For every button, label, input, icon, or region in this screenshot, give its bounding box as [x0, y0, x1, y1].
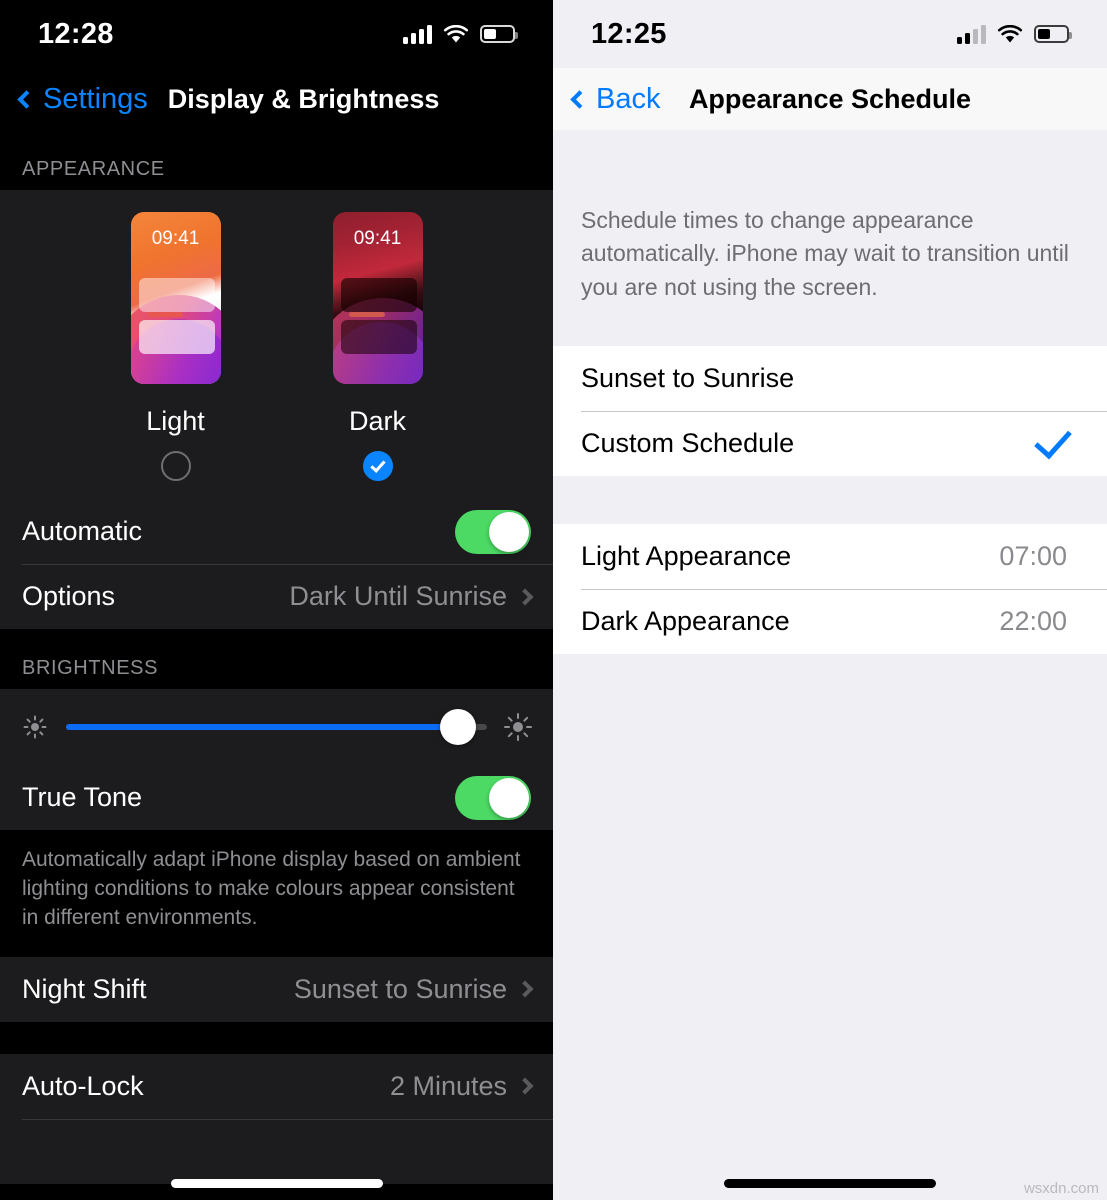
schedule-mode-group: Sunset to Sunrise Custom Schedule [553, 346, 1107, 477]
sun-large-icon [504, 713, 532, 741]
chevron-left-icon [570, 89, 589, 109]
light-thumbnail-clock: 09:41 [151, 228, 200, 249]
appearance-picker: 09:41 Light 09:41 Dark [0, 190, 553, 499]
row-light-appearance[interactable]: Light Appearance 07:00 [553, 524, 1107, 589]
light-appearance-time: 07:00 [999, 541, 1067, 572]
page-title-left: Display & Brightness [167, 83, 440, 114]
chevron-right-icon [516, 1077, 534, 1095]
back-button-label: Settings [43, 82, 148, 115]
appearance-option-light[interactable]: 09:41 Light [130, 212, 221, 481]
light-option-radio[interactable] [160, 451, 191, 481]
night-shift-label: Night Shift [22, 973, 147, 1004]
home-indicator-left [170, 1179, 383, 1188]
schedule-description: Schedule times to change appearance auto… [581, 207, 1069, 300]
dark-wallpaper-thumbnail: 09:41 [332, 212, 423, 384]
toggle-knob [489, 777, 529, 818]
description-spacer [553, 316, 1107, 347]
back-button[interactable]: Back [570, 82, 661, 116]
options-label: Options [22, 581, 116, 611]
appearance-option-dark[interactable]: 09:41 Dark [332, 212, 423, 481]
top-spacer [553, 130, 1107, 178]
automatic-toggle[interactable] [455, 509, 531, 554]
appearance-section-header: APPEARANCE [22, 158, 165, 180]
status-bar-left: 12:28 [0, 0, 553, 68]
brightness-slider[interactable] [66, 709, 487, 745]
sun-small-icon [22, 714, 48, 740]
row-automatic[interactable]: Automatic [0, 499, 553, 564]
brightness-section-header: BRIGHTNESS [22, 657, 159, 679]
checkmark-icon [369, 456, 386, 473]
row-custom-schedule[interactable]: Custom Schedule [553, 411, 1107, 476]
status-bar-icons [957, 24, 1072, 44]
custom-schedule-label: Custom Schedule [581, 428, 795, 459]
row-sunset-to-sunrise[interactable]: Sunset to Sunrise [553, 346, 1107, 411]
status-bar-icons [403, 24, 518, 44]
brightness-rows-group: True Tone [0, 689, 553, 830]
auto-lock-group: Auto-Lock 2 Minutes [0, 1053, 553, 1184]
dark-option-label: Dark [348, 406, 406, 436]
auto-lock-value: 2 Minutes [389, 1070, 507, 1101]
auto-lock-label: Auto-Lock [22, 1070, 144, 1101]
light-appearance-label: Light Appearance [581, 541, 792, 572]
dark-appearance-time: 22:00 [999, 606, 1067, 637]
back-to-settings-button[interactable]: Settings [17, 82, 148, 116]
brightness-slider-row [0, 689, 553, 765]
chevron-right-icon [516, 980, 534, 998]
night-shift-value: Sunset to Sunrise [293, 973, 507, 1004]
true-tone-label: True Tone [22, 782, 143, 812]
row-dark-appearance[interactable]: Dark Appearance 22:00 [553, 589, 1107, 654]
options-value: Dark Until Sunrise [289, 581, 507, 611]
battery-icon [1034, 25, 1072, 43]
dark-appearance-label: Dark Appearance [581, 606, 790, 637]
brightness-slider-handle[interactable] [439, 709, 476, 745]
status-bar-right: 12:25 [553, 0, 1107, 68]
signal-bars-icon [403, 24, 432, 44]
dual-screenshot-container: 12:28 Settings Display & Brightness APPE… [0, 0, 1107, 1200]
true-tone-footer: Automatically adapt iPhone display based… [22, 848, 521, 929]
signal-bars-icon [957, 24, 986, 44]
watermark: wsxdn.com [1023, 1180, 1099, 1197]
status-bar-time: 12:28 [38, 17, 114, 50]
schedule-times-group: Light Appearance 07:00 Dark Appearance 2… [553, 524, 1107, 655]
dark-thumbnail-clock: 09:41 [353, 228, 402, 249]
light-wallpaper-thumbnail: 09:41 [130, 212, 221, 384]
home-indicator-right [724, 1179, 936, 1188]
wifi-icon [997, 24, 1023, 44]
wifi-icon [443, 24, 469, 44]
navigation-bar-left: Settings Display & Brightness [0, 68, 553, 130]
sunset-to-sunrise-label: Sunset to Sunrise [581, 363, 795, 394]
night-shift-group: Night Shift Sunset to Sunrise [0, 956, 553, 1022]
back-button-label: Back [596, 82, 661, 115]
true-tone-toggle[interactable] [455, 775, 531, 820]
light-option-label: Light [146, 406, 205, 436]
group-spacer [553, 476, 1107, 525]
row-auto-lock[interactable]: Auto-Lock 2 Minutes [0, 1054, 553, 1119]
chevron-left-icon [17, 89, 36, 109]
navigation-bar-right: Back Appearance Schedule [553, 68, 1107, 130]
battery-icon [480, 25, 518, 43]
row-night-shift[interactable]: Night Shift Sunset to Sunrise [0, 957, 553, 1022]
row-true-tone[interactable]: True Tone [0, 765, 553, 830]
appearance-schedule-screen: 12:25 Back Appearance Schedule Schedule … [553, 0, 1107, 1200]
chevron-right-icon [516, 588, 534, 605]
row-partial-next[interactable] [0, 1118, 553, 1184]
appearance-rows-group: Automatic Options Dark Until Sunrise [0, 499, 553, 629]
section-spacer [0, 1021, 553, 1054]
automatic-label: Automatic [22, 516, 143, 546]
status-bar-time: 12:25 [591, 17, 667, 50]
dark-option-radio-selected[interactable] [362, 451, 393, 481]
row-options[interactable]: Options Dark Until Sunrise [0, 564, 553, 629]
toggle-knob [489, 511, 529, 552]
appearance-thumbnail-row: 09:41 Light 09:41 Dark [0, 212, 553, 481]
display-and-brightness-screen: 12:28 Settings Display & Brightness APPE… [0, 0, 553, 1200]
